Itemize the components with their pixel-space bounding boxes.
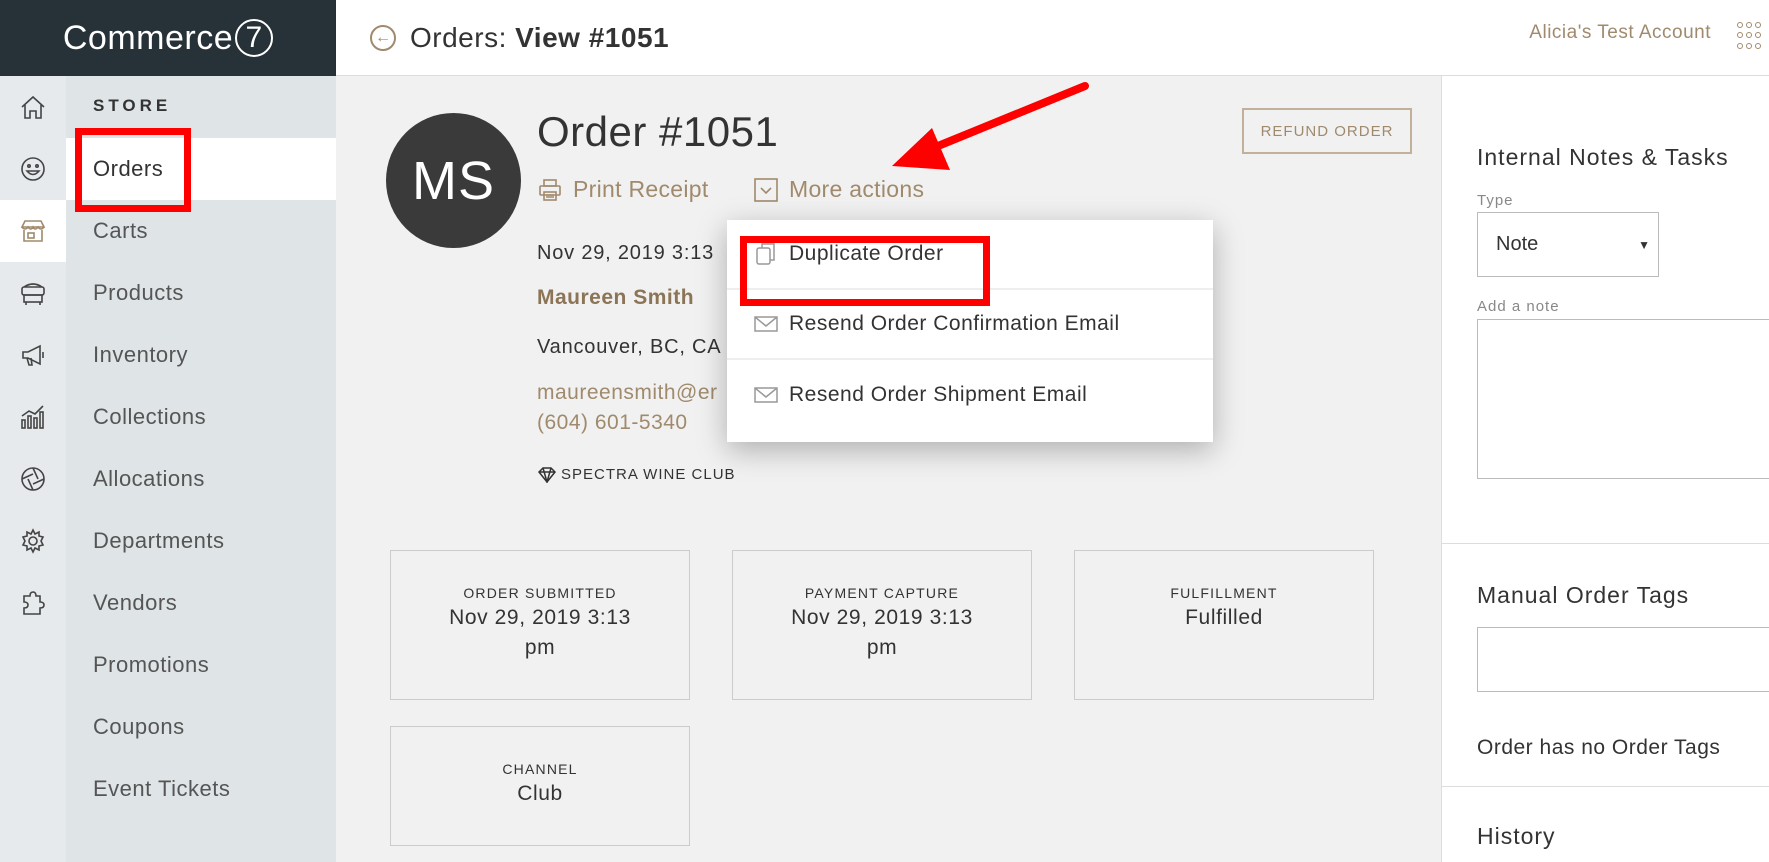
app-grid-icon[interactable] [1737, 22, 1765, 50]
rail-home[interactable] [0, 76, 66, 138]
customer-phone-link[interactable]: (604) 601-5340 [537, 411, 688, 435]
nav-item-event-tickets[interactable]: Event Tickets [66, 758, 336, 820]
customer-avatar: MS [386, 113, 521, 248]
rail-marketing[interactable] [0, 324, 66, 386]
page-title-main: View #1051 [515, 21, 670, 53]
megaphone-icon [22, 344, 44, 366]
note-type-value: Note [1496, 233, 1539, 255]
rail-extensions[interactable] [0, 572, 66, 634]
print-receipt-label: Print Receipt [573, 176, 709, 202]
nav-item-collections[interactable]: Collections [66, 386, 336, 448]
nav-item-departments[interactable]: Departments [66, 510, 336, 572]
nav-item-orders[interactable]: Orders [66, 138, 336, 200]
resend-confirmation-item[interactable]: Resend Order Confirmation Email [727, 290, 1213, 360]
club-badge: SPECTRA WINE CLUB [537, 466, 736, 483]
notes-panel: Internal Notes & Tasks Type Note ▼ Add a… [1441, 76, 1769, 862]
more-actions-label: More actions [789, 176, 925, 202]
channel-card: CHANNEL Club [390, 726, 690, 846]
chart-icon [21, 405, 44, 429]
fulfillment-card: FULFILLMENT Fulfilled [1074, 550, 1374, 700]
order-title: Order #1051 [537, 108, 779, 155]
notes-title: Internal Notes & Tasks [1477, 144, 1729, 170]
store-nav: STORE Orders Carts Products Inventory Co… [66, 76, 336, 862]
account-name[interactable]: Alicia's Test Account [1529, 22, 1711, 44]
aperture-icon [21, 467, 45, 491]
card-label: CHANNEL [502, 761, 578, 777]
card-label: FULFILLMENT [1170, 585, 1278, 601]
chevron-down-icon [754, 177, 778, 202]
duplicate-icon [756, 243, 775, 265]
divider [1442, 786, 1769, 787]
customer-location: Vancouver, BC, CA [537, 336, 722, 358]
rail-customers[interactable] [0, 138, 66, 200]
nav-section-title: STORE [93, 96, 172, 115]
brand-logo[interactable]: Commerce 7 [0, 0, 336, 76]
nav-item-products[interactable]: Products [66, 262, 336, 324]
payment-capture-card: PAYMENT CAPTURE Nov 29, 2019 3:13 pm [732, 550, 1032, 700]
nav-item-vendors[interactable]: Vendors [66, 572, 336, 634]
gear-icon [21, 528, 45, 554]
rail-store[interactable] [0, 200, 66, 262]
divider [1442, 543, 1769, 544]
rail-pos[interactable] [0, 262, 66, 324]
card-value: Nov 29, 2019 3:13 pm [449, 606, 631, 659]
more-actions-toggle[interactable]: More actions [753, 176, 924, 203]
order-main: MS Order #1051 REFUND ORDER Print Receip… [336, 76, 1441, 862]
club-name: SPECTRA WINE CLUB [561, 466, 736, 483]
add-note-label: Add a note [1477, 298, 1560, 315]
order-submitted-card: ORDER SUBMITTED Nov 29, 2019 3:13 pm [390, 550, 690, 700]
page-title: Orders: View #1051 [410, 22, 669, 54]
register-icon [21, 283, 45, 305]
card-value: Club [517, 782, 563, 805]
nav-item-allocations[interactable]: Allocations [66, 448, 336, 510]
smiley-icon [21, 157, 45, 181]
nav-item-carts[interactable]: Carts [66, 200, 336, 262]
store-icon [20, 220, 46, 242]
card-label: ORDER SUBMITTED [463, 585, 617, 601]
customer-name-link[interactable]: Maureen Smith [537, 286, 694, 310]
no-tags-text: Order has no Order Tags [1477, 736, 1721, 759]
type-label: Type [1477, 192, 1514, 209]
note-type-select[interactable]: Note ▼ [1477, 212, 1659, 277]
home-icon [21, 95, 45, 119]
note-textarea[interactable] [1477, 319, 1769, 479]
card-value: Nov 29, 2019 3:13 pm [791, 606, 973, 659]
brand-mark: 7 [235, 19, 274, 57]
caret-down-icon: ▼ [1638, 238, 1650, 252]
brand-name: Commerce [62, 18, 234, 57]
menu-item-label: Resend Order Shipment Email [789, 383, 1088, 406]
nav-item-promotions[interactable]: Promotions [66, 634, 336, 696]
rail-settings[interactable] [0, 510, 66, 572]
puzzle-icon [23, 591, 45, 615]
card-label: PAYMENT CAPTURE [804, 585, 960, 601]
back-arrow-icon[interactable]: ← [370, 24, 396, 51]
resend-shipment-item[interactable]: Resend Order Shipment Email [727, 360, 1213, 430]
tags-input[interactable] [1477, 627, 1769, 692]
customer-email-link[interactable]: maureensmith@er [537, 381, 718, 405]
nav-item-coupons[interactable]: Coupons [66, 696, 336, 758]
envelope-icon [754, 316, 778, 332]
page-title-prefix: Orders: [410, 21, 507, 53]
envelope-icon [754, 387, 778, 403]
menu-item-label: Resend Order Confirmation Email [789, 312, 1120, 335]
order-date: Nov 29, 2019 3:13 [537, 242, 715, 264]
menu-item-label: Duplicate Order [789, 242, 944, 265]
tags-title: Manual Order Tags [1477, 582, 1690, 608]
history-title: History [1477, 823, 1556, 849]
icon-rail [0, 76, 66, 862]
rail-reports[interactable] [0, 386, 66, 448]
refund-order-button[interactable]: REFUND ORDER [1242, 108, 1412, 154]
nav-item-inventory[interactable]: Inventory [66, 324, 336, 386]
print-receipt-link[interactable]: Print Receipt [537, 176, 709, 203]
diamond-icon [537, 466, 557, 483]
printer-icon [539, 178, 561, 201]
top-bar: ← Orders: View #1051 Alicia's Test Accou… [336, 0, 1769, 76]
duplicate-order-item[interactable]: Duplicate Order [727, 220, 1213, 290]
more-actions-menu: Duplicate Order Resend Order Confirmatio… [727, 220, 1213, 442]
rail-apps[interactable] [0, 448, 66, 510]
card-value: Fulfilled [1185, 606, 1263, 629]
